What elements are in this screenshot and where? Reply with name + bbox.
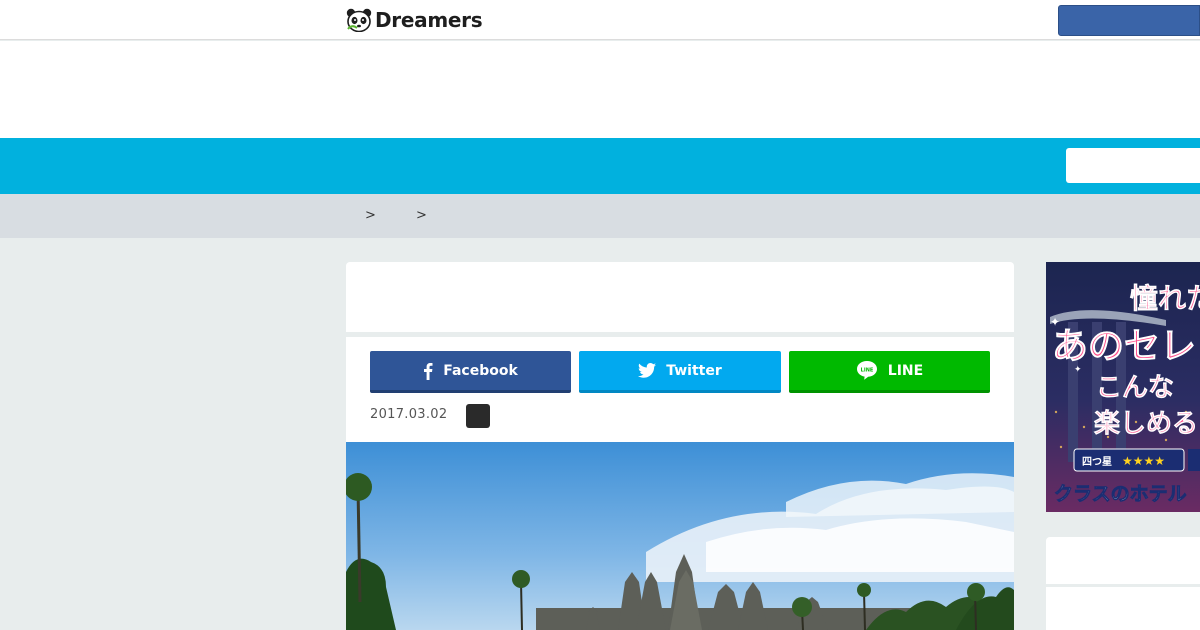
facebook-icon: [424, 362, 433, 380]
angkor-wat-photo: [346, 442, 1014, 630]
search-input[interactable]: [1066, 148, 1200, 183]
site-logo[interactable]: Dreamers: [346, 6, 483, 34]
breadcrumb-separator: >: [416, 208, 427, 223]
banner-bottom-text: クラスのホテル: [1054, 483, 1187, 505]
banner-line-1: 憧れた: [1130, 282, 1200, 315]
category-tag[interactable]: [466, 404, 490, 428]
line-share-button[interactable]: LINE LINE: [789, 351, 990, 393]
banner-line-4: 楽しめる: [1094, 409, 1198, 439]
twitter-icon: [638, 363, 657, 378]
banner-badge-label: 四つ星: [1082, 456, 1112, 468]
twitter-share-button[interactable]: Twitter: [579, 351, 781, 393]
global-nav: [0, 138, 1200, 194]
banner-badge-stars: ★★★★: [1122, 454, 1165, 468]
line-share-label: LINE: [887, 362, 924, 379]
hotel-ad-image: ✦ ✦ 憧れた あのセレ こんな 楽しめる 四つ星 ★★★★ クラスのホテル: [1046, 262, 1200, 512]
twitter-share-label: Twitter: [666, 362, 722, 379]
article-title-card: [346, 262, 1014, 332]
article-hero-image: [346, 442, 1014, 630]
sidebar-widget: [1046, 537, 1200, 584]
banner-line-3: こんな: [1096, 373, 1174, 403]
sidebar-widget: [1046, 587, 1200, 630]
panda-icon: [346, 8, 372, 32]
line-icon: LINE: [856, 361, 877, 380]
facebook-share-label: Facebook: [443, 362, 518, 379]
line-icon-text: LINE: [860, 368, 873, 374]
top-ad-slot: [0, 41, 1200, 138]
top-header: [0, 0, 1200, 40]
post-date: 2017.03.02: [370, 407, 448, 422]
breadcrumb-separator: >: [365, 208, 376, 223]
banner-line-2: あのセレ: [1052, 325, 1196, 367]
facebook-share-button[interactable]: Facebook: [370, 351, 571, 393]
sidebar-banner-ad[interactable]: ✦ ✦ 憧れた あのセレ こんな 楽しめる 四つ星 ★★★★ クラスのホテル: [1046, 262, 1200, 512]
logo-text: Dreamers: [375, 8, 483, 32]
header-action-button[interactable]: [1058, 5, 1200, 36]
breadcrumb: [0, 194, 1200, 238]
